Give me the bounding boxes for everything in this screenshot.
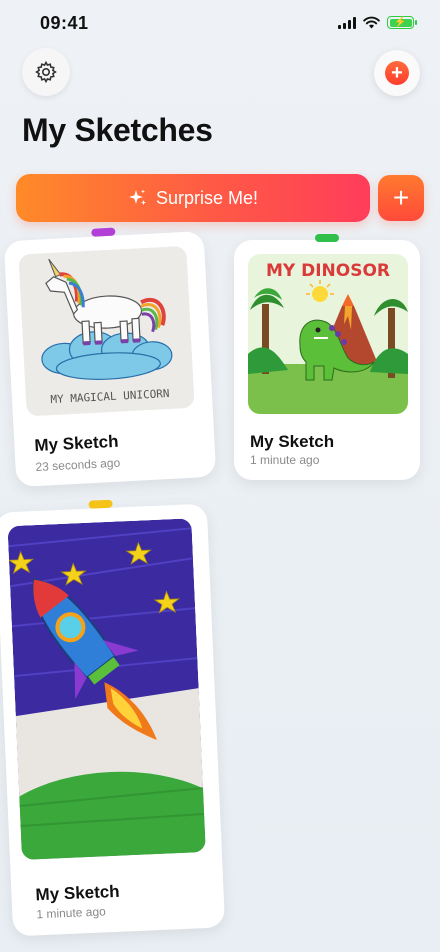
add-sketch-button[interactable]: +	[378, 175, 424, 221]
cellular-signal-icon	[338, 16, 356, 29]
surprise-me-label: Surprise Me!	[155, 187, 259, 208]
new-sketch-button[interactable]: +	[374, 50, 420, 96]
sketch-thumbnail: MY MAGICAL UNICORN	[18, 245, 195, 417]
plus-icon: +	[385, 61, 409, 85]
status-time: 09:41	[40, 13, 89, 33]
sketch-thumbnail: MY DINOSOR	[248, 254, 408, 414]
unicorn-drawing: MY MAGICAL UNICORN	[18, 245, 195, 417]
rocket-drawing	[7, 518, 206, 860]
card-timestamp: 1 minute ago	[36, 904, 107, 922]
page-title: My Sketches	[22, 112, 213, 148]
card-tab	[91, 227, 116, 237]
card-timestamp: 23 seconds ago	[35, 455, 121, 475]
gear-icon	[35, 60, 57, 84]
surprise-me-button[interactable]: Surprise Me!	[16, 174, 370, 222]
sketch-card[interactable]: MY DINOSOR My Sketch 1 minute ago	[234, 234, 420, 480]
card-tab	[315, 234, 339, 242]
plus-icon: +	[392, 182, 410, 213]
card-timestamp: 1 minute ago	[250, 453, 320, 467]
status-icons: ⚡	[338, 16, 417, 29]
status-bar: 09:41 ⚡	[0, 0, 440, 48]
wifi-icon	[363, 16, 380, 29]
sketch-thumbnail	[7, 518, 206, 860]
sketch-card[interactable]: My Sketch 1 minute ago	[0, 499, 226, 937]
battery-icon: ⚡	[387, 16, 417, 29]
settings-button[interactable]	[22, 48, 70, 96]
card-tab	[88, 499, 113, 509]
sketch-card[interactable]: MY MAGICAL UNICORN My Sketch 23 seconds …	[3, 227, 217, 488]
card-title: My Sketch	[33, 431, 119, 456]
card-title: My Sketch	[250, 432, 335, 451]
card-title: My Sketch	[35, 881, 120, 905]
sparkles-icon	[128, 189, 146, 206]
sketch-caption: MY DINOSOR	[266, 261, 390, 281]
dinosaur-drawing: MY DINOSOR	[248, 254, 408, 414]
